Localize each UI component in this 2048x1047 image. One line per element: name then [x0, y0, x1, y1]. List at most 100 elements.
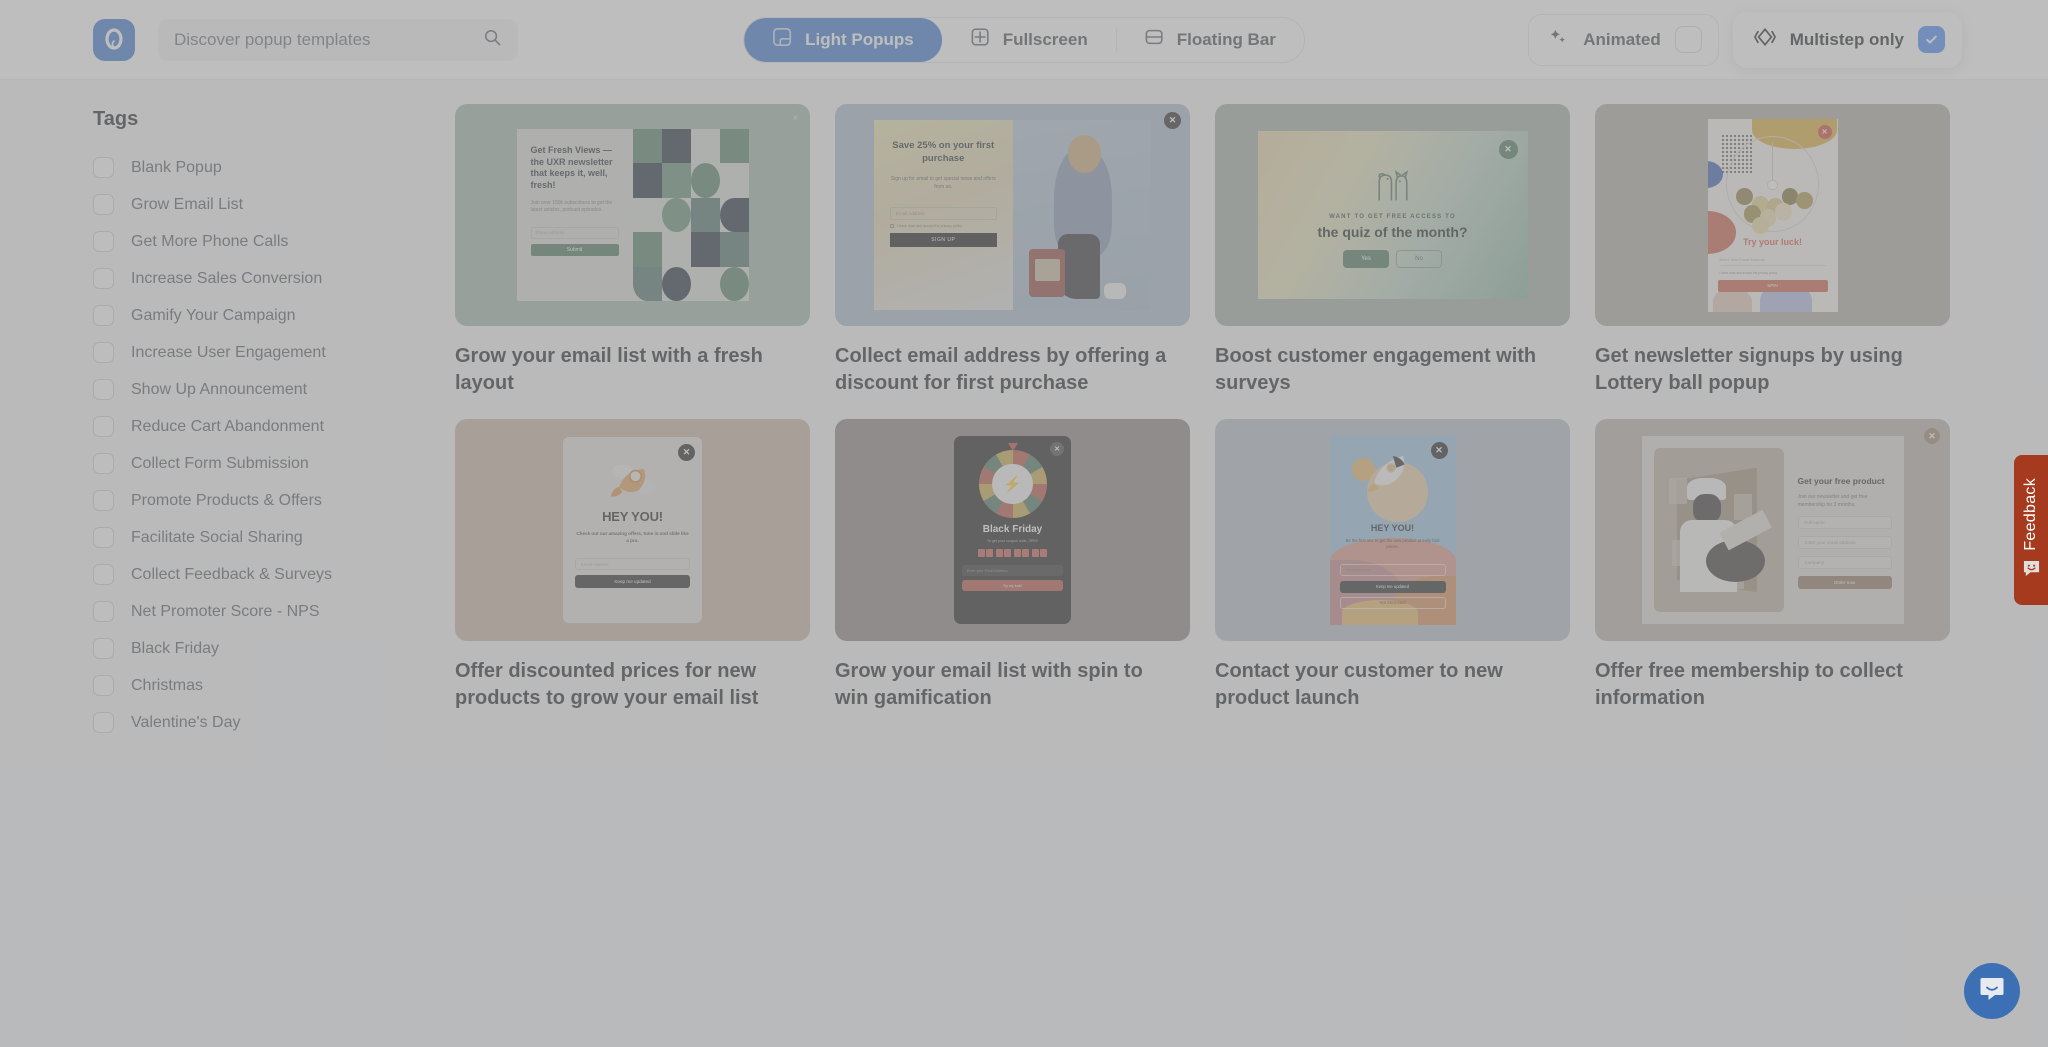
tag-label: Blank Popup: [131, 158, 222, 176]
template-thumbnail: Get Fresh Views — the UXR newsletter tha…: [455, 104, 810, 326]
tag-row[interactable]: Increase Sales Conversion: [93, 260, 455, 297]
template-card[interactable]: Get your free product Join our newslette…: [1595, 419, 1950, 712]
tag-row[interactable]: Grow Email List: [93, 186, 455, 223]
tag-checkbox[interactable]: [93, 527, 114, 548]
tab-fullscreen[interactable]: Fullscreen: [942, 18, 1116, 62]
search-box[interactable]: [158, 18, 518, 61]
template-title: Offer free membership to collect informa…: [1595, 660, 1903, 709]
template-title: Contact your customer to new product lau…: [1215, 660, 1503, 709]
tag-checkbox[interactable]: [93, 416, 114, 437]
tag-row[interactable]: Facilitate Social Sharing: [93, 519, 455, 556]
tag-row[interactable]: Collect Form Submission: [93, 445, 455, 482]
template-title: Get newsletter signups by using Lottery …: [1595, 345, 1903, 394]
light-popup-icon: [772, 27, 792, 52]
popup-preview: HEY YOU! Be the first one to get the new…: [1329, 435, 1456, 625]
popup-preview: Get your free product Join our newslette…: [1641, 428, 1940, 624]
tag-checkbox[interactable]: [93, 638, 114, 659]
preview-photo: [1653, 448, 1784, 612]
tag-checkbox[interactable]: [93, 564, 114, 585]
preview-body: Sign up for email to get special news an…: [890, 175, 996, 190]
tag-row[interactable]: Black Friday: [93, 630, 455, 667]
preview-email-input: Enter your email address: [1797, 536, 1892, 549]
search-input[interactable]: [174, 29, 477, 50]
template-card[interactable]: Get Fresh Views — the UXR newsletter tha…: [455, 104, 810, 397]
tag-row[interactable]: Gamify Your Campaign: [93, 297, 455, 334]
tag-row[interactable]: Promote Products & Offers: [93, 482, 455, 519]
template-card[interactable]: Try your luck! Enter Your Email Address …: [1595, 104, 1950, 397]
filter-animated-label: Animated: [1583, 29, 1661, 49]
tag-checkbox[interactable]: [93, 490, 114, 511]
filter-animated[interactable]: Animated: [1528, 13, 1719, 66]
template-card[interactable]: HEY YOU! Check out our amazing offers, t…: [455, 419, 810, 712]
tag-row[interactable]: Increase User Engagement: [93, 334, 455, 371]
tag-label: Christmas: [131, 676, 204, 694]
tag-label: Valentine's Day: [131, 713, 241, 731]
header-filters: Animated Multistep only: [1528, 0, 1962, 79]
tag-checkbox[interactable]: [93, 453, 114, 474]
tag-checkbox[interactable]: [93, 268, 114, 289]
template-title: Grow your email list with spin to win ga…: [835, 660, 1143, 709]
tag-row[interactable]: Show Up Announcement: [93, 371, 455, 408]
tag-row[interactable]: Valentine's Day: [93, 704, 455, 741]
preview-email-input: Email Address: [890, 206, 997, 220]
tag-checkbox[interactable]: [93, 601, 114, 622]
filter-multistep-only[interactable]: Multistep only: [1732, 11, 1962, 68]
tag-row[interactable]: Blank Popup: [93, 149, 455, 186]
feedback-label: Feedback: [2022, 477, 2039, 551]
tag-checkbox[interactable]: [93, 194, 114, 215]
chat-launcher-button[interactable]: [1964, 963, 2020, 1019]
tag-checkbox[interactable]: [93, 231, 114, 252]
preview-heading: Get Fresh Views — the UXR newsletter tha…: [530, 145, 613, 191]
template-card[interactable]: WANT TO GET FREE ACCESS TO the quiz of t…: [1215, 104, 1570, 397]
tag-row[interactable]: Get More Phone Calls: [93, 223, 455, 260]
template-card[interactable]: ⚡ Black Friday To get your coupon code, …: [835, 419, 1190, 712]
preview-body: Join over 150k subscribers to get the la…: [530, 199, 613, 214]
tag-checkbox[interactable]: [93, 305, 114, 326]
tab-light-popups[interactable]: Light Popups: [744, 17, 942, 62]
rocket-icon: [610, 464, 655, 497]
tag-label: Collect Form Submission: [131, 454, 309, 472]
tab-floating-bar[interactable]: Floating Bar: [1115, 18, 1304, 62]
tag-checkbox[interactable]: [93, 712, 114, 733]
tab-floating-bar-label: Floating Bar: [1176, 29, 1276, 49]
preview-email-input: Enter Your Email Address: [1719, 255, 1826, 266]
template-type-tabs: Light Popups Fullscreen Floating Bar: [743, 16, 1305, 63]
close-icon: ✕: [1924, 428, 1940, 444]
tag-row[interactable]: Christmas: [93, 667, 455, 704]
preview-coupon-digits: [954, 549, 1071, 557]
preview-body: Be the first one to get the new product …: [1345, 538, 1440, 550]
popupsmart-logo-icon[interactable]: [93, 18, 135, 61]
close-icon: ✕: [1498, 140, 1518, 159]
feedback-tab[interactable]: Feedback: [2014, 455, 2048, 605]
close-icon: ✕: [1164, 112, 1181, 129]
preview-submit-button: Keep me updated: [575, 575, 690, 589]
tag-checkbox[interactable]: [93, 157, 114, 178]
smiley-chat-icon: [2022, 560, 2041, 582]
template-card[interactable]: HEY YOU! Be the first one to get the new…: [1215, 419, 1570, 712]
preview-body: To get your coupon code, SPIN!: [987, 539, 1038, 543]
popup-preview: HEY YOU! Check out our amazing offers, t…: [563, 437, 702, 623]
tag-row[interactable]: Collect Feedback & Surveys: [93, 556, 455, 593]
close-icon: ✕: [1050, 442, 1064, 456]
template-title: Grow your email list with a fresh layout: [455, 345, 763, 394]
multistep-diamond-icon: [1753, 27, 1776, 52]
filter-animated-checkbox[interactable]: [1674, 26, 1702, 53]
preview-heading: Get your free product: [1797, 476, 1885, 486]
tag-label: Reduce Cart Abandonment: [131, 417, 325, 435]
preview-spin-button: SPIN: [1717, 279, 1828, 292]
filter-multistep-checkbox[interactable]: [1918, 26, 1945, 53]
tag-row[interactable]: Net Promoter Score - NPS: [93, 593, 455, 630]
sparkle-icon: [1549, 27, 1569, 52]
tag-checkbox[interactable]: [93, 675, 114, 696]
tag-row[interactable]: Reduce Cart Abandonment: [93, 408, 455, 445]
tag-label: Black Friday: [131, 639, 220, 657]
preview-pattern: [632, 129, 749, 301]
template-card[interactable]: Save 25% on your first purchase Sign up …: [835, 104, 1190, 397]
search-icon: [483, 28, 502, 52]
preview-heading: Black Friday: [982, 524, 1043, 535]
tag-checkbox[interactable]: [93, 379, 114, 400]
floating-bar-icon: [1144, 27, 1164, 52]
preview-email-input: Enter your Email Address: [962, 565, 1063, 576]
tags-sidebar: Tags Blank Popup Grow Email List Get More …: [0, 80, 455, 1047]
tag-checkbox[interactable]: [93, 342, 114, 363]
